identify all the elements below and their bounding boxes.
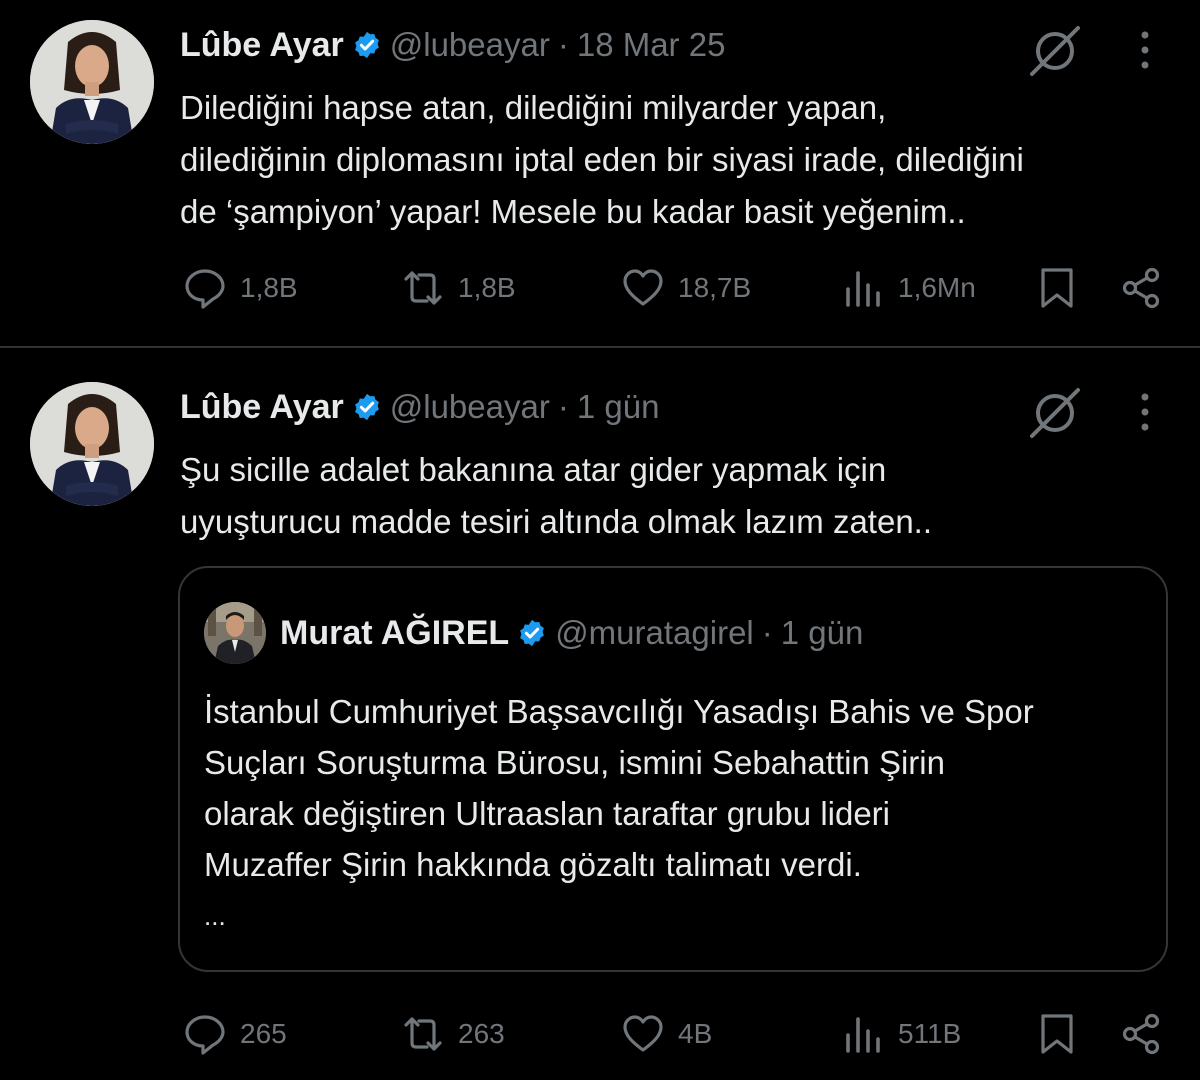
grok-icon[interactable] [1026,384,1084,442]
repost-count: 1,8B [458,272,516,303]
tweet-text: Şu sicille adalet bakanına atar gider ya… [180,444,1180,548]
verified-badge-icon [520,619,545,647]
author-handle[interactable]: @lubeayar [390,388,550,426]
like-button[interactable]: 4B [620,1004,712,1064]
more-options-icon[interactable] [1130,390,1160,434]
reply-count: 265 [240,1018,287,1049]
timestamp[interactable]: 18 Mar 25 [577,26,726,64]
repost-icon [404,1017,442,1051]
quoted-tweet-header: Murat AĞIREL @muratagirel · 1 gün [280,612,863,654]
share-button[interactable] [1118,1004,1176,1064]
repost-button[interactable]: 263 [400,1004,505,1064]
quoted-text-line: İstanbul Cumhuriyet Başsavcılığı Yasadış… [204,693,1034,730]
views-icon [846,1017,880,1053]
reply-icon [185,1015,225,1055]
tweet-text-line: Dilediğini hapse atan, dilediğini milyar… [180,89,887,126]
views-button[interactable]: 1,6Mn [840,258,976,318]
repost-icon [404,271,442,305]
share-icon [1122,1013,1160,1055]
avatar-portrait [30,20,154,144]
tweet[interactable]: Lûbe Ayar @lubeayar · 18 Mar 25 Dilediği… [0,0,1200,346]
like-button[interactable]: 18,7B [620,258,751,318]
quoted-text-line: olarak değiştiren Ultraaslan taraftar gr… [204,795,891,832]
quoted-author-name[interactable]: Murat AĞIREL [280,614,509,653]
tweet-header: Lûbe Ayar @lubeayar · 18 Mar 25 [180,24,725,66]
author-name[interactable]: Lûbe Ayar [180,26,344,65]
tweet[interactable]: Lûbe Ayar @lubeayar · 1 gün Şu sicille a… [0,348,1200,1080]
quoted-text-ellipsis: ... [204,901,226,931]
tweet-text: Dilediğini hapse atan, dilediğini milyar… [180,82,1180,238]
tweet-text-line: de ‘şampiyon’ yapar! Mesele bu kadar bas… [180,193,966,230]
tweet-actions: 1,8B 1,8B 18,7B 1,6Mn [0,258,1200,318]
tweet-actions: 265 263 4B 511B [0,1004,1200,1064]
bookmark-button[interactable] [1034,258,1092,318]
author-name[interactable]: Lûbe Ayar [180,388,344,427]
share-icon [1122,267,1160,309]
tweet-text-line: uyuşturucu madde tesiri altında olmak la… [180,503,933,540]
quoted-timestamp[interactable]: 1 gün [781,614,864,652]
quoted-author-avatar[interactable] [204,602,266,664]
views-count: 1,6Mn [898,272,976,303]
quoted-tweet-text: İstanbul Cumhuriyet Başsavcılığı Yasadış… [204,686,1154,936]
verified-badge-icon [354,393,379,421]
quoted-text-line: Muzaffer Şirin hakkında gözaltı talimatı… [204,846,862,883]
bookmark-icon [1041,1014,1073,1054]
separator-dot: · [557,26,569,63]
quoted-author-handle[interactable]: @muratagirel [555,614,754,652]
like-icon [623,1015,663,1052]
reply-button[interactable]: 1,8B [182,258,298,318]
avatar-portrait [204,602,266,664]
quoted-text-line: Suçları Soruşturma Bürosu, ismini Sebaha… [204,744,945,781]
author-avatar[interactable] [30,20,154,144]
author-handle[interactable]: @lubeayar [390,26,550,64]
share-button[interactable] [1118,258,1176,318]
repost-count: 263 [458,1018,505,1049]
tweet-text-line: dilediğinin diplomasını iptal eden bir s… [180,141,1024,178]
quoted-tweet[interactable]: Murat AĞIREL @muratagirel · 1 gün İstanb… [178,566,1168,972]
separator-dot: · [761,614,773,651]
separator-dot: · [557,388,569,425]
tweet-header: Lûbe Ayar @lubeayar · 1 gün [180,386,659,428]
avatar-portrait [30,382,154,506]
tweet-text-line: Şu sicille adalet bakanına atar gider ya… [180,451,887,488]
repost-button[interactable]: 1,8B [400,258,516,318]
author-avatar[interactable] [30,382,154,506]
views-button[interactable]: 511B [840,1004,961,1064]
like-icon [623,269,663,306]
reply-count: 1,8B [240,272,298,303]
bookmark-icon [1041,268,1073,308]
verified-badge-icon [354,31,379,59]
views-count: 511B [898,1018,962,1049]
bookmark-button[interactable] [1034,1004,1092,1064]
reply-button[interactable]: 265 [182,1004,287,1064]
reply-icon [185,269,225,309]
grok-icon[interactable] [1026,22,1084,80]
more-options-icon[interactable] [1130,28,1160,72]
timestamp[interactable]: 1 gün [577,388,660,426]
views-icon [846,271,880,307]
like-count: 4B [678,1018,713,1049]
like-count: 18,7B [678,272,752,303]
